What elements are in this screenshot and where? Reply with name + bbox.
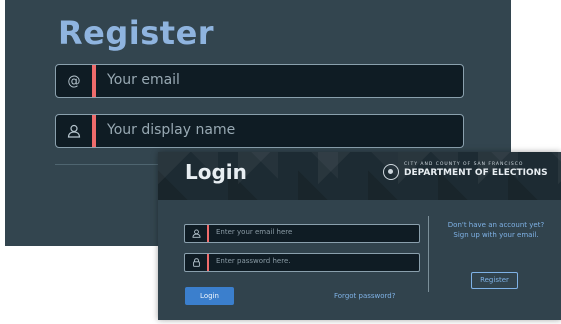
user-icon (56, 115, 92, 147)
login-password-field[interactable]: Enter password here. (184, 253, 420, 272)
register-email-field[interactable]: @ Your email (55, 64, 464, 98)
user-icon (185, 225, 207, 242)
email-field-accent (92, 65, 96, 97)
login-email-placeholder: Enter your email here (216, 228, 293, 236)
login-button[interactable]: Login (185, 287, 234, 305)
no-account-text: Don't have an account yet? Sign up with … (434, 220, 558, 240)
no-account-line2: Sign up with your email. (453, 231, 539, 239)
lock-icon (185, 254, 207, 271)
forgot-password-link[interactable]: Forgot password? (334, 292, 395, 300)
seal-icon (383, 164, 399, 180)
login-email-field[interactable]: Enter your email here (184, 224, 420, 243)
register-display-name-field[interactable]: Your display name (55, 114, 464, 148)
org-name: DEPARTMENT OF ELECTIONS (404, 168, 548, 178)
login-header: Login CITY AND COUNTY OF SAN FRANCISCO D… (158, 152, 561, 200)
org-subtitle: CITY AND COUNTY OF SAN FRANCISCO (404, 162, 524, 167)
no-account-line1: Don't have an account yet? (447, 221, 545, 229)
login-password-placeholder: Enter password here. (216, 257, 291, 265)
password-field-accent (207, 254, 209, 271)
email-field-accent (207, 225, 209, 242)
name-field-accent (92, 115, 96, 147)
at-icon: @ (67, 73, 81, 89)
login-vertical-divider (428, 216, 429, 292)
register-button[interactable]: Register (471, 272, 518, 289)
register-title: Register (58, 14, 215, 52)
login-title: Login (185, 160, 247, 184)
login-window: Login CITY AND COUNTY OF SAN FRANCISCO D… (158, 152, 561, 320)
register-name-placeholder: Your display name (107, 122, 236, 138)
register-email-placeholder: Your email (107, 72, 180, 88)
